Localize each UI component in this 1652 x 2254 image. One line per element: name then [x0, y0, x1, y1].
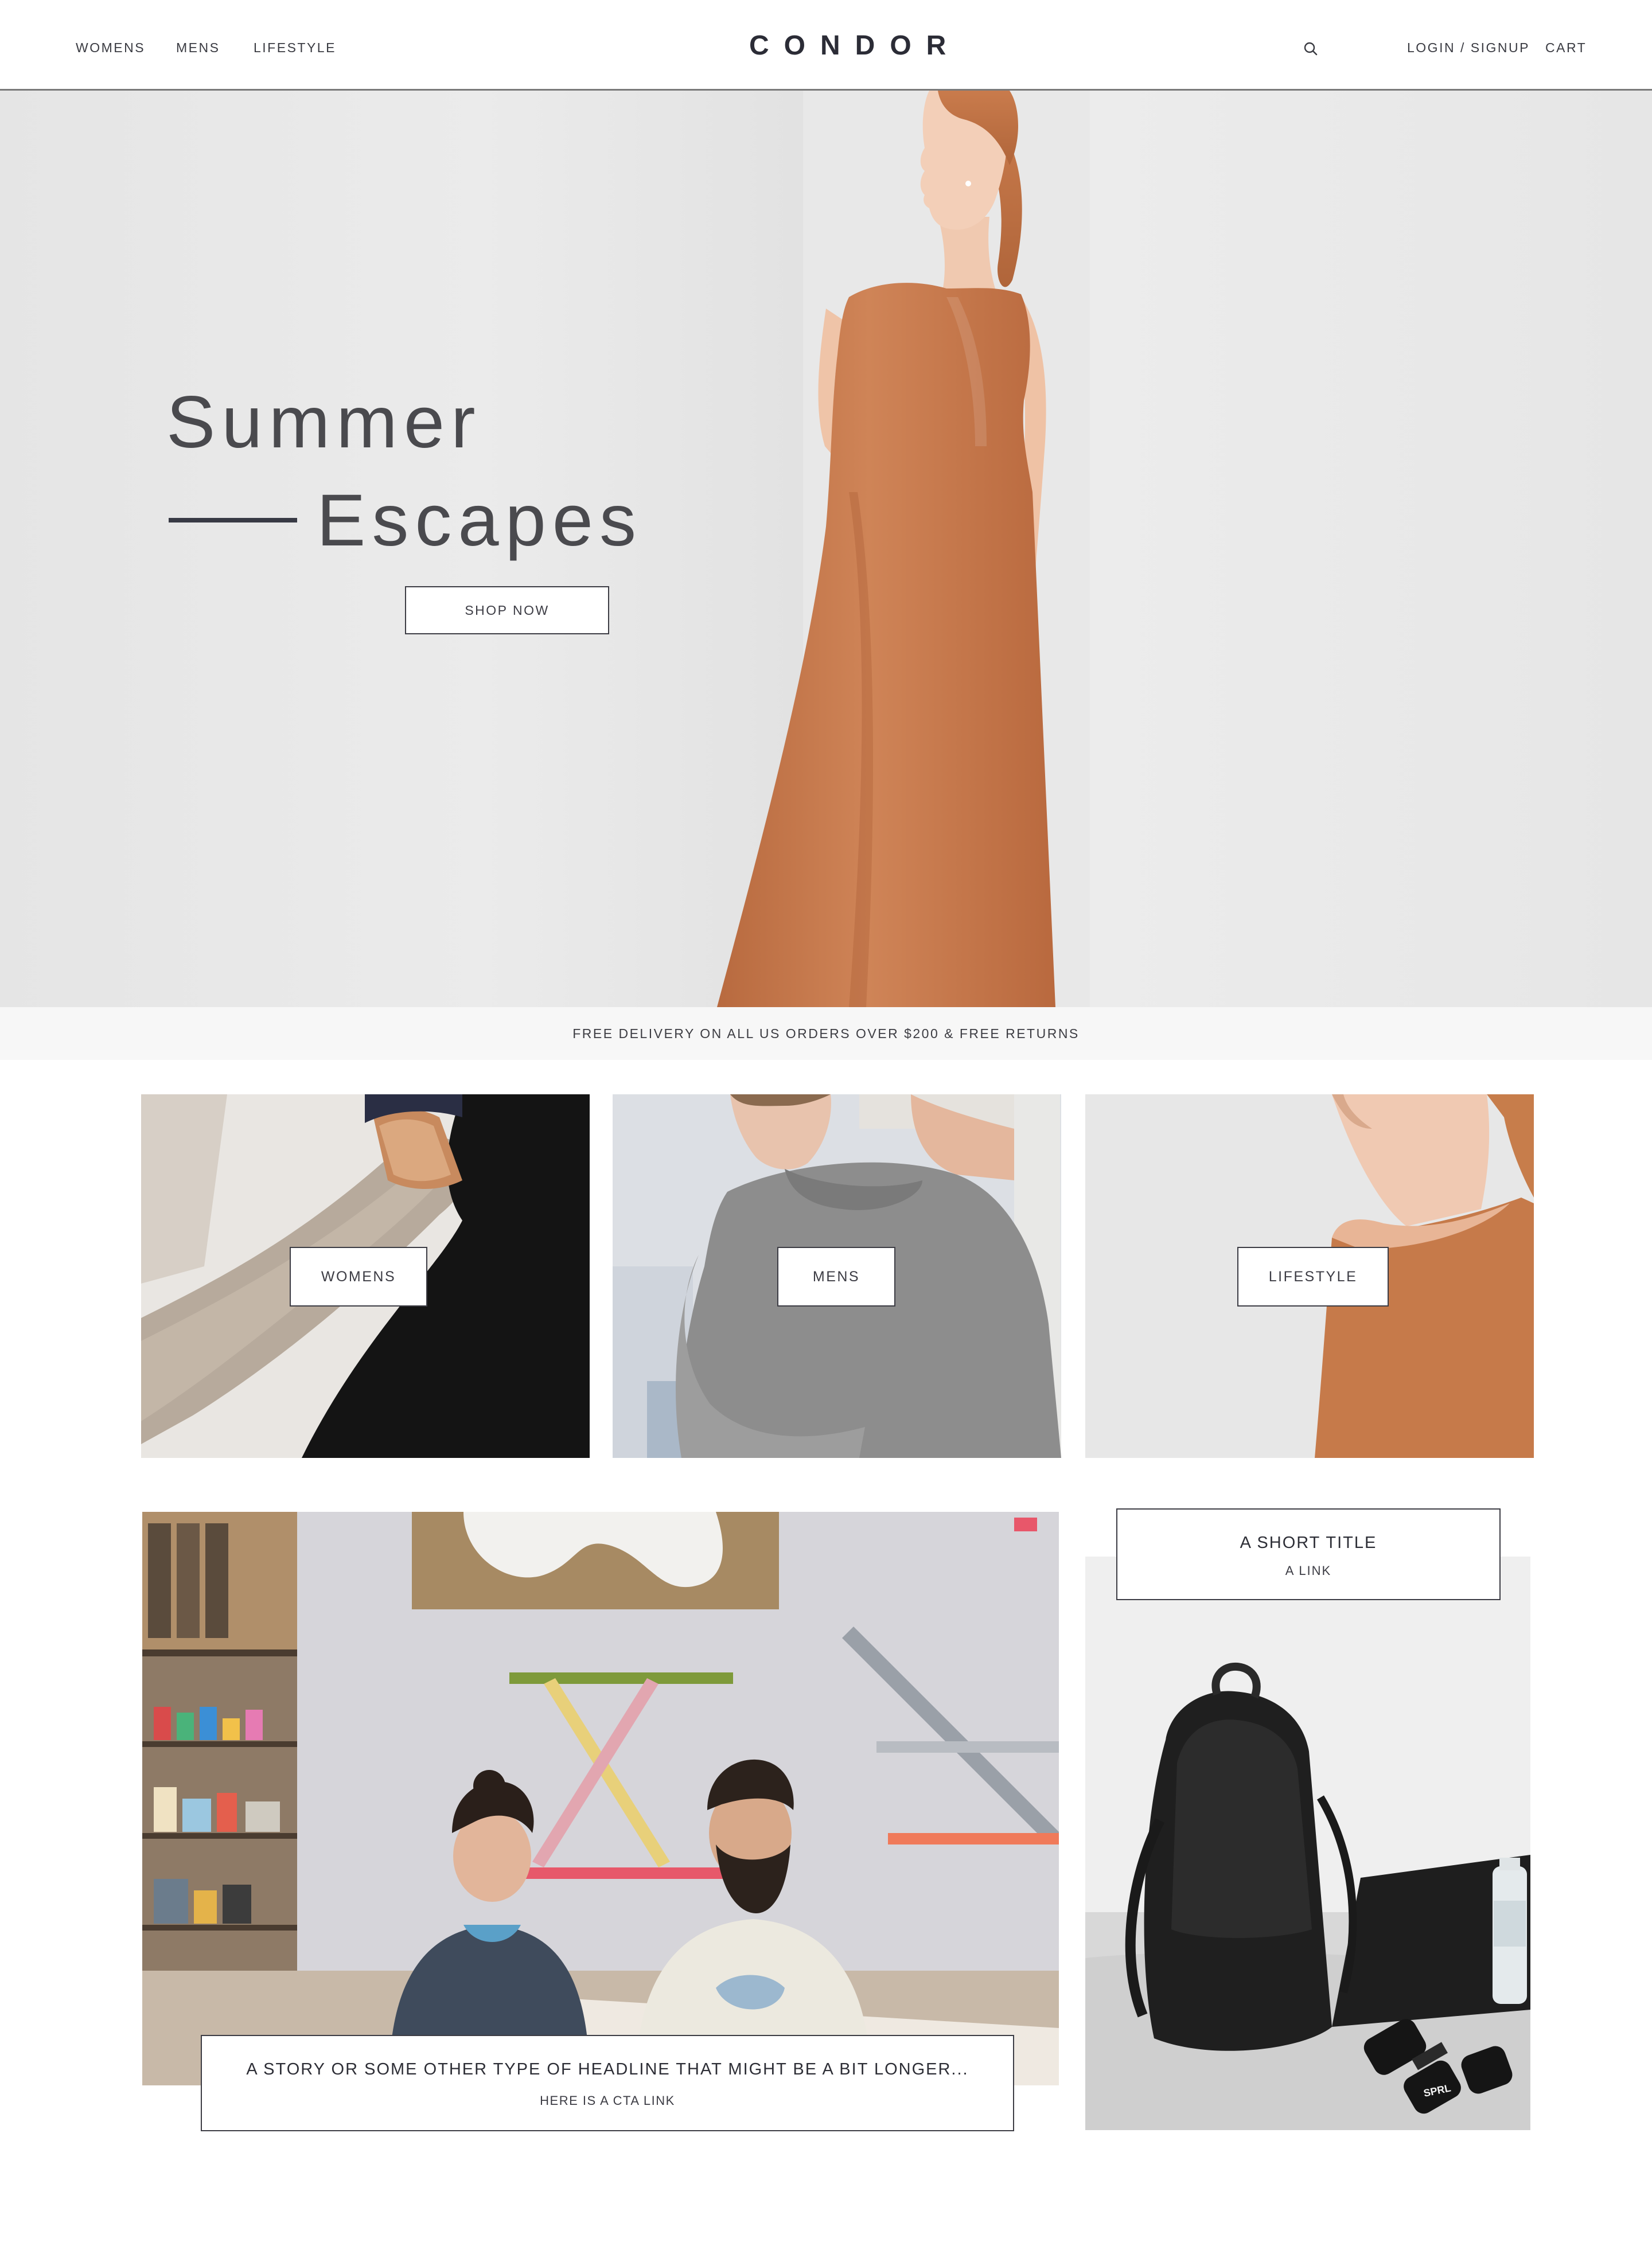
shop-now-button[interactable]: SHOP NOW: [405, 586, 609, 634]
cart-link[interactable]: CART: [1545, 40, 1587, 56]
category-tile-mens[interactable]: MENS: [613, 1094, 1061, 1458]
hero-banner: Summer Escapes SHOP NOW: [0, 91, 1652, 1007]
site-header: WOMENS MENS LIFESTYLE CONDOR LOGIN / SIG…: [0, 0, 1652, 91]
nav-lifestyle[interactable]: LIFESTYLE: [254, 40, 336, 56]
hero-title-line2: Escapes: [317, 479, 642, 561]
feature-title: A SHORT TITLE: [1240, 1534, 1377, 1552]
category-label-mens[interactable]: MENS: [777, 1247, 895, 1307]
category-tile-womens[interactable]: WOMENS: [141, 1094, 590, 1458]
story-caption-card[interactable]: A STORY OR SOME OTHER TYPE OF HEADLINE T…: [201, 2035, 1014, 2131]
feature-caption-card[interactable]: A SHORT TITLE A LINK: [1116, 1508, 1501, 1600]
nav-womens[interactable]: WOMENS: [76, 40, 145, 56]
product-feature-image[interactable]: SPRL: [1085, 1557, 1530, 2130]
hero-model-image: [717, 91, 1055, 1007]
site-logo[interactable]: CONDOR: [734, 30, 946, 61]
feature-link[interactable]: A LINK: [1117, 1563, 1499, 1578]
promo-bar: FREE DELIVERY ON ALL US ORDERS OVER $200…: [0, 1007, 1652, 1060]
login-signup-link[interactable]: LOGIN / SIGNUP: [1407, 40, 1530, 56]
backpack-photo: SPRL: [1085, 1557, 1530, 2130]
search-icon[interactable]: [1302, 40, 1319, 57]
story-cta-link[interactable]: HERE IS A CTA LINK: [202, 2093, 1013, 2108]
category-tile-lifestyle[interactable]: LIFESTYLE: [1085, 1094, 1534, 1458]
story-feature-image[interactable]: [142, 1512, 1059, 2085]
category-label-lifestyle[interactable]: LIFESTYLE: [1237, 1247, 1389, 1307]
hero-backdrop-right: [1090, 91, 1652, 1007]
story-headline: A STORY OR SOME OTHER TYPE OF HEADLINE T…: [246, 2060, 969, 2078]
hero-title-rule: [169, 518, 297, 522]
nav-mens[interactable]: MENS: [176, 40, 220, 56]
hero-title-line1: Summer: [166, 381, 482, 463]
category-label-womens[interactable]: WOMENS: [290, 1247, 427, 1307]
studio-photo: [142, 1512, 1059, 2085]
